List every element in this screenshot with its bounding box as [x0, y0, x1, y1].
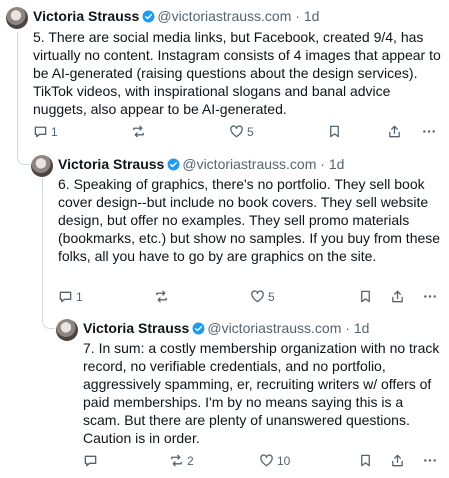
like-count: 5	[268, 289, 275, 304]
repost-button[interactable]: 2	[169, 453, 194, 468]
repost-count: 2	[187, 453, 194, 468]
separator-dot: ·	[295, 8, 300, 24]
like-button[interactable]: 5	[229, 124, 254, 139]
post[interactable]: Victoria Strauss @victoriastrauss.com · 1…	[0, 0, 449, 150]
separator-dot: ·	[345, 320, 350, 336]
author-name[interactable]: Victoria Strauss	[33, 8, 139, 24]
like-count: 10	[277, 453, 291, 468]
like-count: 5	[247, 124, 254, 139]
reply-icon	[84, 455, 97, 467]
repost-button[interactable]	[154, 289, 172, 304]
more-icon	[424, 459, 436, 462]
heart-icon	[230, 125, 243, 138]
verified-badge-icon	[167, 157, 180, 175]
bookmark-button[interactable]	[358, 289, 373, 304]
post-text: 6. Speaking of graphics, there's no port…	[58, 176, 441, 264]
heart-icon	[260, 454, 273, 467]
repost-button[interactable]	[131, 124, 149, 139]
timestamp[interactable]: 1d	[329, 156, 345, 172]
timestamp[interactable]: 1d	[354, 320, 370, 336]
repost-icon	[171, 454, 182, 467]
reply-count: 1	[76, 289, 83, 304]
repost-icon	[133, 125, 144, 138]
post-header: Victoria Strauss @victoriastrauss.com · 1…	[33, 7, 319, 27]
post-text: 7. In sum: a costly membership organizat…	[83, 340, 440, 446]
action-bar: 1 5	[58, 289, 441, 309]
reply-count: 1	[51, 124, 58, 139]
action-bar: 2 10	[83, 453, 441, 473]
share-icon	[392, 454, 403, 467]
heart-icon	[251, 290, 264, 303]
bookmark-icon	[361, 290, 370, 303]
avatar[interactable]	[6, 7, 28, 29]
bookmark-button[interactable]	[358, 453, 373, 468]
verified-badge-icon	[142, 9, 155, 27]
post[interactable]: Victoria Strauss @victoriastrauss.com · 1…	[0, 316, 449, 478]
share-button[interactable]	[387, 124, 402, 139]
share-button[interactable]	[390, 289, 405, 304]
reply-icon	[59, 291, 72, 303]
post[interactable]: Victoria Strauss @victoriastrauss.com · 1…	[0, 152, 449, 312]
author-name[interactable]: Victoria Strauss	[83, 320, 189, 336]
action-bar: 1 5	[33, 124, 441, 144]
more-icon	[423, 130, 435, 133]
avatar[interactable]	[31, 155, 53, 177]
share-icon	[392, 290, 403, 303]
share-button[interactable]	[390, 453, 405, 468]
avatar[interactable]	[56, 319, 78, 341]
more-icon	[424, 295, 436, 298]
reply-icon	[34, 126, 47, 138]
like-button[interactable]: 10	[259, 453, 290, 468]
verified-badge-icon	[192, 321, 205, 339]
bookmark-icon	[330, 125, 339, 138]
like-button[interactable]: 5	[250, 289, 275, 304]
post-header: Victoria Strauss @victoriastrauss.com · 1…	[58, 155, 344, 175]
share-icon	[389, 125, 400, 138]
author-handle[interactable]: @victoriastrauss.com	[157, 8, 291, 24]
post-text: 5. There are social media links, but Fac…	[33, 29, 441, 117]
author-name[interactable]: Victoria Strauss	[58, 156, 164, 172]
reply-button[interactable]: 1	[58, 289, 83, 304]
reply-button[interactable]: 1	[33, 124, 58, 139]
author-handle[interactable]: @victoriastrauss.com	[207, 320, 341, 336]
timestamp[interactable]: 1d	[304, 8, 320, 24]
more-button[interactable]	[422, 289, 438, 304]
author-handle[interactable]: @victoriastrauss.com	[182, 156, 316, 172]
separator-dot: ·	[320, 156, 325, 172]
bookmark-button[interactable]	[327, 124, 342, 139]
bookmark-icon	[361, 454, 370, 467]
more-button[interactable]	[421, 124, 437, 139]
post-header: Victoria Strauss @victoriastrauss.com · 1…	[83, 319, 369, 339]
more-button[interactable]	[422, 453, 438, 468]
reply-button[interactable]	[83, 453, 101, 468]
repost-icon	[156, 290, 167, 303]
